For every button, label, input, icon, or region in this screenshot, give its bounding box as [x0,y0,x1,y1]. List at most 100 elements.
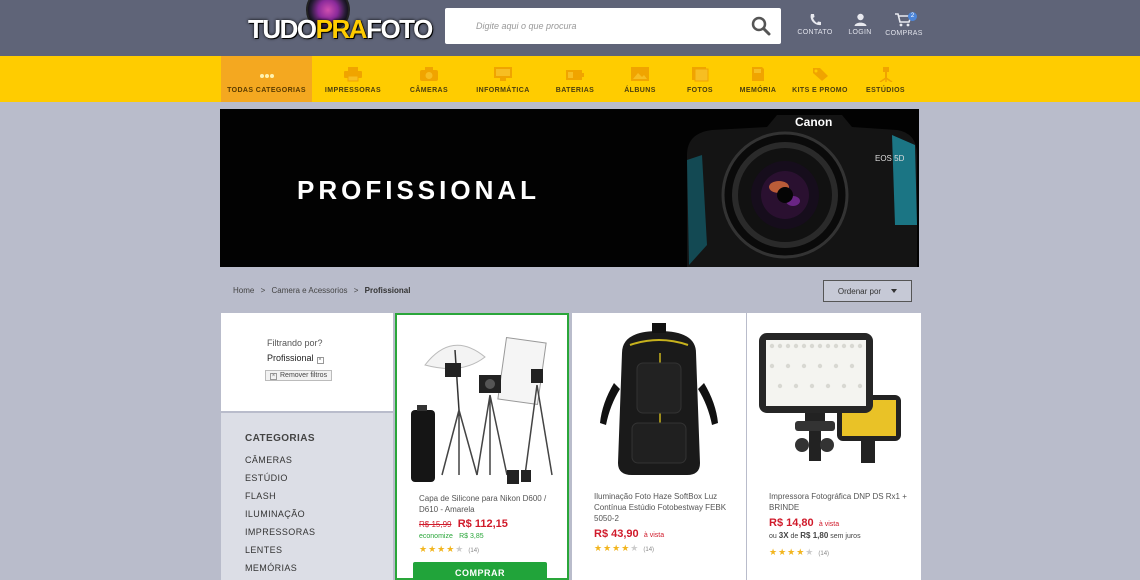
installment-suffix: sem juros [830,533,861,540]
product-card[interactable]: Capa de Silicone para Nikon D600 / D610 … [395,313,569,580]
nav-item-impressoras[interactable]: IMPRESSORAS [312,56,394,102]
price: R$ 112,15 [457,518,508,530]
phone-icon [810,14,821,26]
nav-label: ÁLBUNS [624,87,656,94]
nav-label: IMPRESSORAS [324,87,382,94]
cart-count-badge: 2 [908,12,917,21]
category-item[interactable]: ESTÚDIO [245,473,315,491]
installment-mid: de [790,533,799,540]
remove-filters-button[interactable]: × Remover filtros [265,370,333,381]
cart-link[interactable]: 2 COMPRAS [884,12,924,37]
price-row: R$ 14,80 à vista [769,517,839,529]
hero-banner[interactable]: PROFISSIONAL Canon EOS 5D [220,109,919,267]
category-item[interactable]: FLASH [245,491,315,509]
buy-button[interactable]: COMPRAR [413,562,547,580]
camera-brand: Canon [795,115,832,129]
review-count: (14) [818,551,830,557]
installment-count: 3X [778,531,789,540]
search-input[interactable] [445,8,741,44]
chevron-down-icon [891,289,898,293]
nav-label: TODAS CATEGORIAS [227,87,306,94]
remove-filters-label: Remover filtros [280,372,328,379]
rating-stars: ★★★★★ (14) [419,544,480,554]
filter-title: Filtrando por? [267,338,323,348]
nav-item-kits-promo[interactable]: KITS E PROMO [788,56,852,102]
product-card[interactable]: Iluminação Foto Haze SoftBox Luz Contínu… [572,313,746,580]
installments: ou 3X de R$ 1,80 sem juros [769,531,861,540]
nav-item-estudios[interactable]: ESTÚDIOS [852,56,919,102]
tag-icon [813,68,828,81]
product-name[interactable]: Iluminação Foto Haze SoftBox Luz Contínu… [594,491,732,524]
camera-icon [420,67,438,81]
product-name[interactable]: Impressora Fotográfica DNP DS Rx1 + BRIN… [769,491,907,513]
price-note: à vista [818,521,840,528]
cart-label: COMPRAS [885,30,923,37]
nav-item-informatica[interactable]: INFORMÁTICA [464,56,542,102]
active-filter: Profissional × [267,353,324,364]
price-row: R$ 15,99 R$ 112,15 [419,518,508,530]
breadcrumb-parent[interactable]: Camera e Acessorios [271,286,347,295]
breadcrumb-separator: > [353,286,359,295]
logo-text: TUDOPRAFOTO [248,14,433,44]
product-name[interactable]: Capa de Silicone para Nikon D600 / D610 … [419,493,557,515]
contact-link[interactable]: CONTATO [795,13,835,36]
economy-value: R$ 3,85 [459,533,484,540]
banner-title: PROFISSIONAL [297,175,541,205]
camera-model: EOS 5D [875,154,905,163]
contact-label: CONTATO [797,29,833,36]
album-icon [631,67,649,81]
sort-label: Ordenar por [837,286,882,296]
installment-prefix: ou [769,533,777,540]
nav-item-albuns[interactable]: ÁLBUNS [608,56,672,102]
price: R$ 43,90 [594,528,639,540]
categories-title: CATEGORIAS [245,433,315,444]
nav-item-cameras[interactable]: CÂMERAS [394,56,464,102]
nav-label: MEMÓRIA [739,87,777,94]
close-icon: × [270,373,277,380]
breadcrumb-home[interactable]: Home [233,286,254,295]
nav-label: KITS E PROMO [792,87,848,94]
printer-icon [344,67,362,82]
price-note: à vista [643,532,665,539]
login-label: LOGIN [848,29,872,36]
category-item[interactable]: IMPRESSORAS [245,527,315,545]
category-item[interactable]: LENTES [245,545,315,563]
installment-value: R$ 1,80 [800,531,829,540]
breadcrumb-separator: > [260,286,266,295]
nav-item-all-categories[interactable]: TODAS CATEGORIAS [221,56,312,102]
memory-card-icon [752,67,764,81]
login-link[interactable]: LOGIN [840,13,880,36]
breadcrumb-current: Profissional [364,286,411,295]
battery-icon [566,70,584,80]
economy-label: economize [419,533,453,540]
category-nav: TODAS CATEGORIAS IMPRESSORAS CÂMERAS INF… [0,56,1140,102]
category-item[interactable]: CÂMERAS [245,455,315,473]
nav-label: BATERIAS [555,87,595,94]
breadcrumb: Home > Camera e Acessorios > Profissiona… [233,286,414,295]
product-image[interactable] [757,323,911,483]
price: R$ 14,80 [769,517,814,529]
search-icon[interactable] [751,16,771,36]
site-logo[interactable]: TUDOPRAFOTO [248,0,433,54]
dots-icon [259,74,274,78]
nav-label: ESTÚDIOS [866,87,905,94]
rating-stars: ★★★★★ (14) [594,543,655,553]
product-card[interactable]: Impressora Fotográfica DNP DS Rx1 + BRIN… [747,313,921,580]
nav-label: CÂMERAS [409,87,449,94]
search-box [445,8,781,44]
category-sidebar: CATEGORIAS CÂMERAS ESTÚDIO FLASH ILUMINA… [221,413,393,580]
category-item[interactable]: ILUMINAÇÃO [245,509,315,527]
nav-item-memoria[interactable]: MEMÓRIA [728,56,788,102]
product-image[interactable] [582,323,736,483]
nav-item-fotos[interactable]: FOTOS [672,56,728,102]
sort-dropdown[interactable]: Ordenar por [823,280,912,302]
review-count: (14) [643,547,655,553]
monitor-icon [494,67,512,81]
close-icon[interactable]: × [316,357,324,364]
studio-light-icon [879,67,892,82]
user-icon [854,13,866,26]
category-item[interactable]: MEMÓRIAS [245,563,315,580]
product-image[interactable] [407,325,561,485]
nav-item-baterias[interactable]: BATERIAS [542,56,608,102]
price-row: R$ 43,90 à vista [594,528,664,540]
